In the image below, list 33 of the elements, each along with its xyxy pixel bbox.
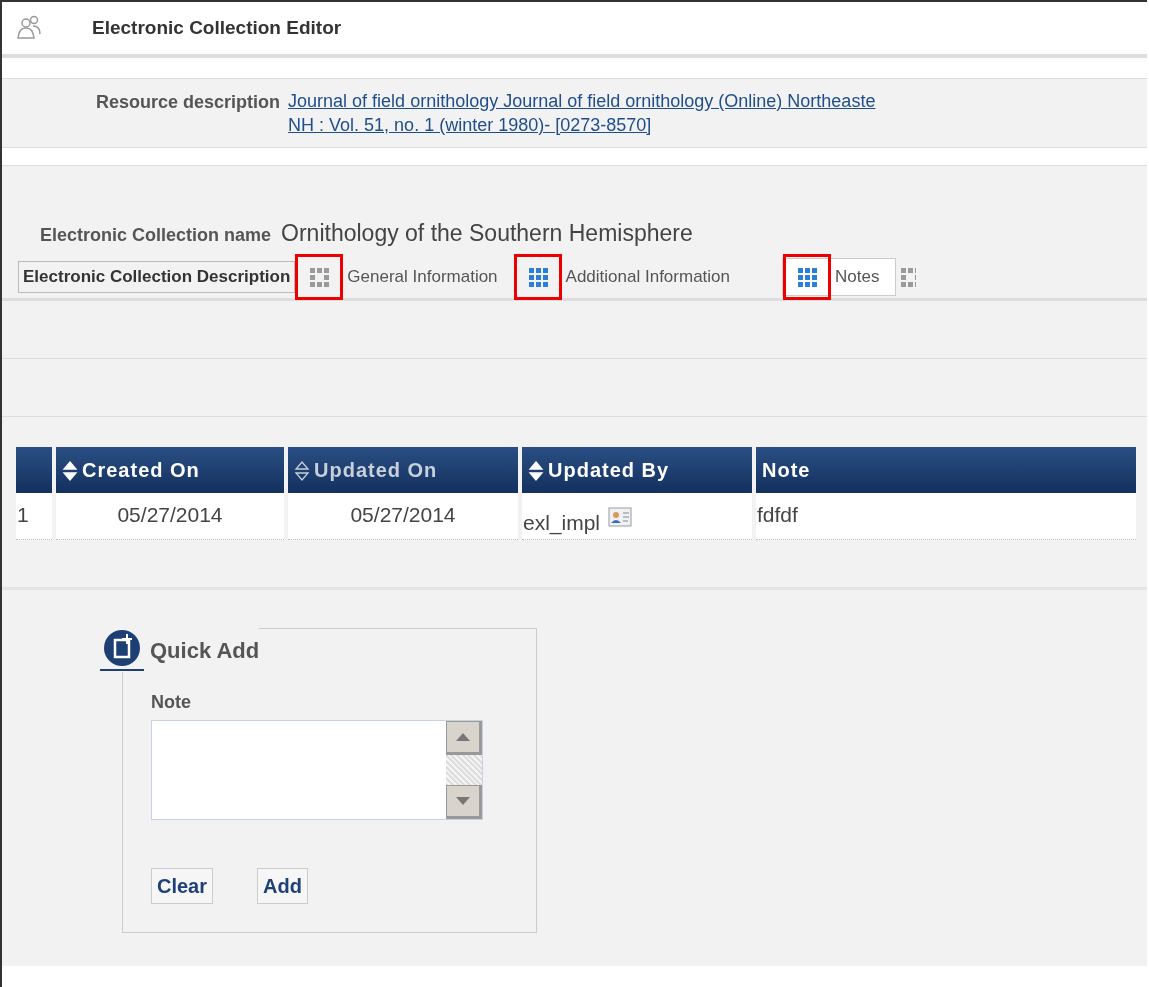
down-arrow-icon[interactable] [456,797,470,805]
people-icon [16,14,42,42]
up-arrow-icon[interactable] [456,733,470,741]
field-value: Ornithology of the Southern Hemisphere [281,219,693,248]
column-header: Note [756,446,1136,493]
column-header[interactable]: Created On [56,446,284,493]
table-cell: exl_impl [523,510,601,534]
grid-icon [899,266,917,288]
resource-link[interactable]: Journal of field ornithology Journal of field ornithology (Online) Northeaste [288,89,876,113]
sort-icon [528,460,544,483]
note-field[interactable] [151,720,483,820]
section-title: Quick Add [150,636,260,665]
table-cell: 05/27/2014 [350,502,456,526]
field-label: Resource description [96,91,281,114]
field-label: Electronic Collection name [40,224,272,247]
sort-icon [294,460,310,483]
tab[interactable]: Additional Information [513,258,782,296]
table-cell: 05/27/2014 [117,502,223,526]
tab[interactable]: General Information [295,258,514,296]
table-cell: fdfdf [757,502,798,526]
clear-button[interactable]: Clear [151,868,214,904]
sort-icon [62,460,78,483]
column-header[interactable]: Updated By [522,446,752,493]
field-label: Note [151,691,192,714]
add-note-icon[interactable] [100,628,146,672]
row-number: 1 [17,502,29,526]
column-header[interactable]: Updated On [288,446,518,493]
resource-link[interactable]: NH : Vol. 51, no. 1 (winter 1980)- [0273-8570] [288,113,876,137]
tab[interactable]: Electronic Collection Description [18,261,296,293]
window-title: Electronic Collection Editor [92,15,342,40]
add-button[interactable]: Add [257,868,308,904]
scrollbar[interactable] [446,721,482,819]
contact-card-icon[interactable] [608,506,633,527]
